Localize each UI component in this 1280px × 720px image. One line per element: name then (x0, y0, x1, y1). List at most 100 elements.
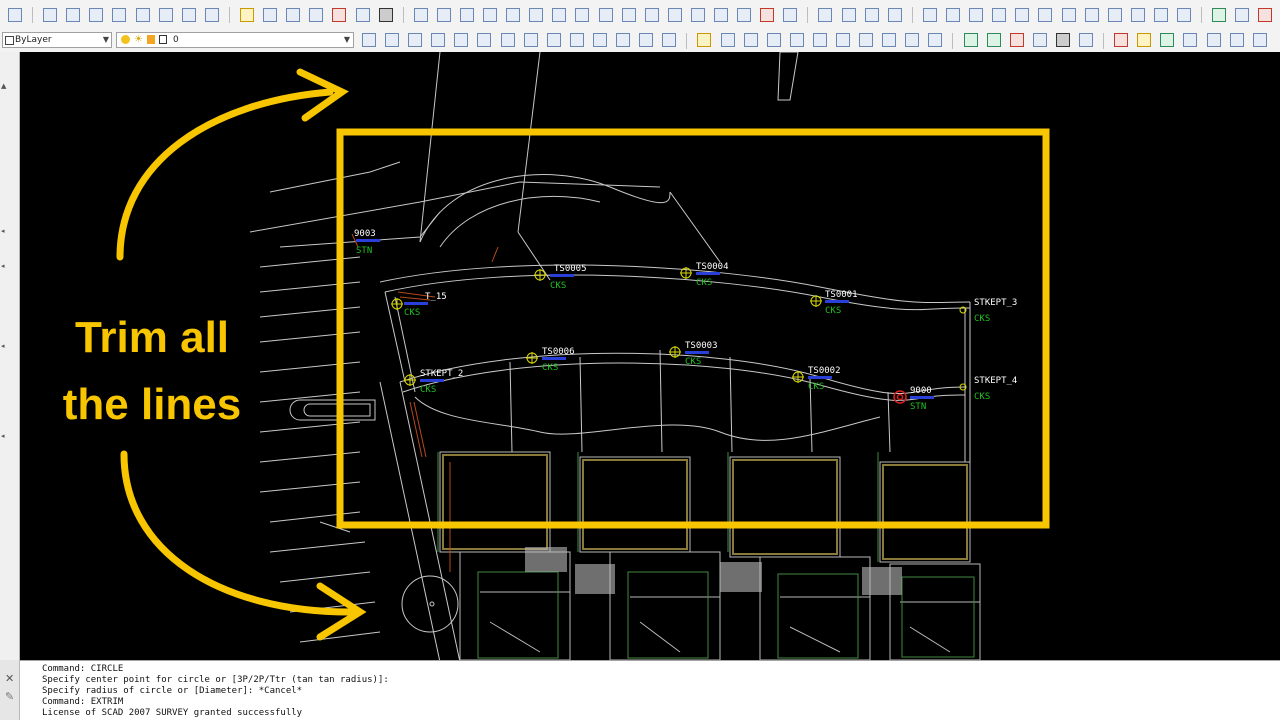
break-icon[interactable] (1084, 8, 1099, 22)
design-center-icon[interactable] (89, 8, 104, 22)
array-icon[interactable] (887, 8, 902, 22)
layer-icon[interactable] (240, 8, 255, 22)
insert-block-icon[interactable] (690, 8, 705, 22)
palette-handle-icon[interactable]: ◂ (1, 432, 5, 440)
spline-icon[interactable] (621, 8, 636, 22)
scale-icon[interactable] (969, 8, 984, 22)
cross-icon[interactable] (506, 8, 521, 22)
survey-level-icon[interactable] (859, 33, 874, 47)
draw-cloud-icon[interactable] (523, 33, 538, 47)
survey-contour-icon[interactable] (905, 33, 920, 47)
polygon-icon[interactable] (483, 8, 498, 22)
draw-text-icon[interactable] (639, 33, 654, 47)
save-icon[interactable] (1160, 33, 1175, 47)
draw-circle-icon[interactable] (500, 33, 515, 47)
properties-icon[interactable] (66, 8, 81, 22)
mirror-icon[interactable] (841, 8, 856, 22)
sheet-set-icon[interactable] (135, 8, 150, 22)
match-properties-icon[interactable] (43, 8, 58, 22)
point-icon[interactable] (737, 8, 752, 22)
draw-mtext-icon[interactable] (662, 33, 677, 47)
markup-icon[interactable] (158, 8, 173, 22)
report-icon[interactable] (1009, 33, 1024, 47)
xref-icon[interactable] (309, 8, 324, 22)
ellipse-icon[interactable] (644, 8, 659, 22)
polyline-icon[interactable] (459, 8, 474, 22)
survey-settings-icon[interactable] (1258, 8, 1273, 22)
zoom-icon[interactable] (355, 8, 370, 22)
draw-rectangle-icon[interactable] (454, 33, 469, 47)
rotate-icon[interactable] (946, 8, 961, 22)
help-icon[interactable] (204, 8, 219, 22)
regen-icon[interactable] (378, 8, 393, 22)
draw-spline-icon[interactable] (546, 33, 561, 47)
draw-pline-icon[interactable] (408, 33, 423, 47)
draw-hatch-icon[interactable] (592, 33, 607, 47)
palette-handle-icon[interactable]: ◂ (1, 227, 5, 235)
command-line-history[interactable]: Command: CIRCLE Specify center point for… (20, 660, 1280, 720)
move-icon[interactable] (922, 8, 937, 22)
survey-label-icon[interactable] (835, 33, 850, 47)
dash-line-icon[interactable] (529, 8, 544, 22)
draw-polygon-icon[interactable] (431, 33, 446, 47)
image-icon[interactable] (286, 8, 301, 22)
survey-tool-icon[interactable] (1235, 8, 1250, 22)
extend-icon[interactable] (1061, 8, 1076, 22)
undo-survey-icon[interactable] (332, 8, 347, 22)
draw-table-icon[interactable] (616, 33, 631, 47)
survey-line-icon[interactable] (720, 33, 735, 47)
survey-arc-icon[interactable] (743, 33, 758, 47)
revcloud-icon[interactable] (598, 8, 613, 22)
survey-point-icon[interactable] (697, 33, 712, 47)
find-icon[interactable] (1183, 33, 1198, 47)
layer-combo-dropdown[interactable]: ☀ 0 ▼ (116, 32, 354, 48)
settings-icon[interactable] (1114, 33, 1129, 47)
layer-select-dropdown[interactable]: ByLayer ▼ (2, 32, 112, 48)
explode-icon[interactable] (1176, 8, 1191, 22)
ellipse-arc-icon[interactable] (667, 8, 682, 22)
draw-point-icon[interactable] (569, 33, 584, 47)
layer-states-icon[interactable] (263, 8, 278, 22)
lengthen-icon[interactable] (1015, 8, 1030, 22)
copy-icon[interactable] (818, 8, 833, 22)
calculator-icon[interactable] (181, 8, 196, 22)
vegetation-icon[interactable] (986, 33, 1001, 47)
construction-line-icon[interactable] (436, 8, 451, 22)
fillet-icon[interactable] (1153, 8, 1168, 22)
flag-icon[interactable] (1055, 33, 1070, 47)
target-icon[interactable] (575, 8, 590, 22)
survey-traverse-icon[interactable] (766, 33, 781, 47)
make-block-icon[interactable] (714, 8, 728, 22)
wrench-icon[interactable]: ✎ (5, 690, 14, 703)
scale-text-icon[interactable] (1229, 33, 1244, 47)
draw-xline-icon[interactable] (385, 33, 400, 47)
draw-line-icon[interactable] (362, 33, 376, 47)
survey-offset-icon[interactable] (812, 33, 827, 47)
palette-handle-icon[interactable]: ◂ (1, 262, 5, 270)
align-icon[interactable] (1252, 33, 1267, 47)
survey-station-icon[interactable] (789, 33, 804, 47)
terrain-icon[interactable] (963, 33, 978, 47)
chevron-down-icon[interactable]: ▼ (103, 33, 109, 47)
palette-handle-icon[interactable]: ▲ (1, 82, 6, 90)
draw-arc-icon[interactable] (477, 33, 492, 47)
palette-handle-icon[interactable]: ◂ (1, 342, 5, 350)
chevron-down-icon[interactable]: ▼ (344, 33, 350, 47)
chamfer-icon[interactable] (1130, 8, 1145, 22)
dimension-icon[interactable] (1206, 33, 1221, 47)
survey-section-icon[interactable] (928, 33, 943, 47)
survey-grid-icon[interactable] (882, 33, 897, 47)
circle-icon[interactable] (552, 8, 567, 22)
magnet-icon[interactable] (783, 8, 798, 22)
tool-palettes-icon[interactable] (112, 8, 127, 22)
tree-icon[interactable] (1212, 8, 1227, 22)
offset-icon[interactable] (864, 8, 879, 22)
stretch-icon[interactable] (992, 8, 1007, 22)
redo-icon[interactable] (8, 8, 22, 22)
plot-icon[interactable] (1137, 33, 1152, 47)
line-icon[interactable] (413, 8, 428, 22)
export-icon[interactable] (1032, 33, 1047, 47)
import-icon[interactable] (1079, 33, 1093, 47)
close-icon[interactable]: ✕ (5, 672, 14, 685)
hatch-icon[interactable] (760, 8, 775, 22)
